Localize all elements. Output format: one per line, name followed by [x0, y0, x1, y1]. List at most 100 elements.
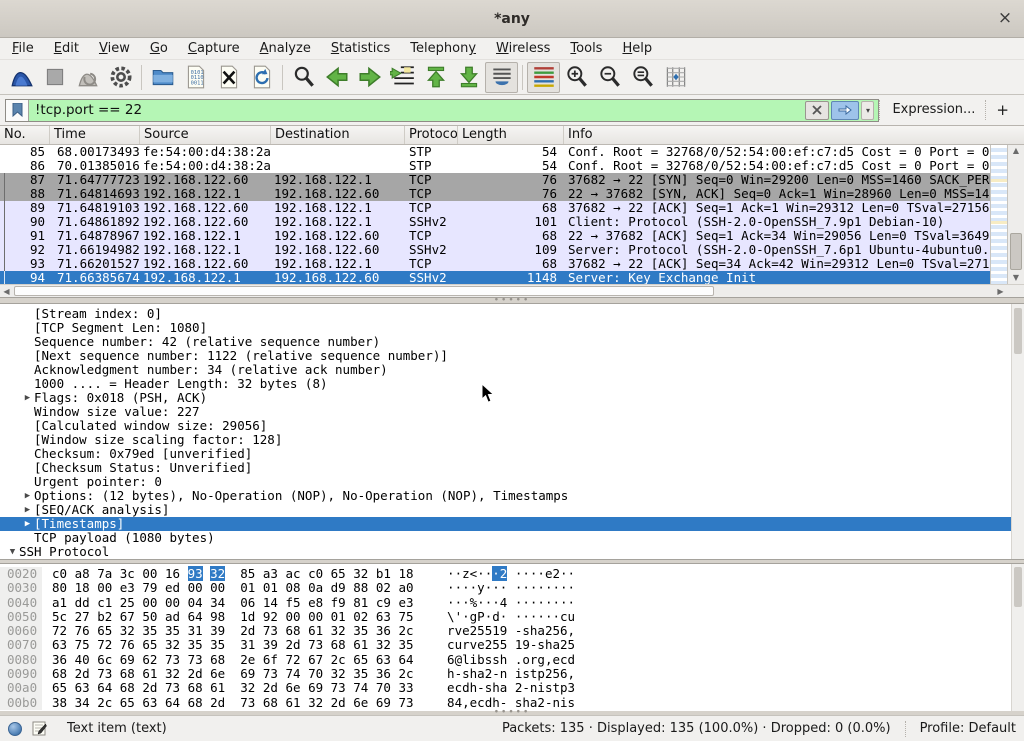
hex-byte[interactable]: 50 [142, 609, 157, 624]
detail-line[interactable]: ▶Flags: 0x018 (PSH, ACK) [0, 391, 1024, 405]
hex-byte[interactable]: 68 [331, 637, 346, 652]
column-header-time[interactable]: Time [50, 126, 140, 144]
hex-byte[interactable]: b1 [376, 566, 391, 581]
hex-byte[interactable]: 73 [165, 680, 180, 695]
hex-byte[interactable]: 61 [285, 695, 300, 710]
hex-byte[interactable]: 6e [285, 680, 300, 695]
hex-byte[interactable]: 76 [120, 637, 135, 652]
go-forward-button[interactable] [353, 62, 386, 93]
column-header-src[interactable]: Source [140, 126, 271, 144]
scroll-left-icon[interactable]: ◀ [0, 285, 13, 297]
stop-capture-button[interactable] [38, 62, 71, 93]
hex-byte[interactable]: a8 [75, 566, 90, 581]
hex-row-0040[interactable]: 0040a1 dd c1 25 00 00 04 34 06 14 f5 e8 … [0, 596, 1024, 610]
close-file-button[interactable] [212, 62, 245, 93]
menu-file[interactable]: File [2, 39, 44, 58]
hex-byte[interactable]: 73 [240, 695, 255, 710]
resize-columns-button[interactable] [659, 62, 692, 93]
hex-byte[interactable]: 68 [210, 652, 225, 667]
hex-byte[interactable]: 63 [376, 609, 391, 624]
scroll-right-icon[interactable]: ▶ [994, 285, 1007, 297]
hex-row-0030[interactable]: 003080 18 00 e3 79 ed 00 00 01 01 08 0a … [0, 581, 1024, 595]
hex-byte[interactable]: 33 [398, 680, 413, 695]
hex-byte[interactable]: 65 [353, 652, 368, 667]
hex-byte[interactable]: 64 [398, 652, 413, 667]
hex-byte[interactable]: 27 [75, 609, 90, 624]
packet-row-93[interactable]: 9371.662015274192.168.122.60192.168.122.… [0, 257, 990, 271]
hex-byte[interactable]: f9 [331, 595, 346, 610]
go-first-packet-button[interactable] [419, 62, 452, 93]
hex-byte[interactable]: 73 [331, 680, 346, 695]
hex-byte[interactable]: 75 [75, 637, 90, 652]
zoom-out-button[interactable] [593, 62, 626, 93]
hex-byte[interactable]: 65 [52, 680, 67, 695]
hex-byte[interactable]: ac [285, 566, 300, 581]
hex-byte[interactable]: f5 [285, 595, 300, 610]
hex-byte[interactable]: c1 [97, 595, 112, 610]
packet-row-92[interactable]: 9271.661949820192.168.122.1192.168.122.6… [0, 243, 990, 257]
find-packet-button[interactable] [287, 62, 320, 93]
hex-byte[interactable]: 2d [75, 666, 90, 681]
detail-line[interactable]: [Checksum Status: Unverified] [0, 461, 1024, 475]
hex-byte[interactable]: 35 [188, 637, 203, 652]
hex-byte[interactable]: 04 [188, 595, 203, 610]
hex-byte[interactable]: 64 [188, 609, 203, 624]
hex-byte[interactable]: 2d [331, 695, 346, 710]
hex-byte[interactable]: 32 [308, 695, 323, 710]
scroll-up-icon[interactable]: ▲ [1008, 145, 1024, 157]
hex-row-0090[interactable]: 009068 2d 73 68 61 32 2d 6e 69 73 74 70 … [0, 667, 1024, 681]
detail-line[interactable]: Acknowledgment number: 34 (relative ack … [0, 363, 1024, 377]
hex-byte[interactable]: 2d [240, 623, 255, 638]
intelligent-scrollbar-minimap[interactable] [990, 145, 1007, 284]
hex-byte[interactable]: 73 [398, 695, 413, 710]
hex-byte[interactable]: 32 [331, 623, 346, 638]
hex-byte[interactable]: 6e [353, 695, 368, 710]
hex-byte[interactable]: 00 [142, 595, 157, 610]
profile-selector[interactable]: Profile: Default [920, 721, 1016, 736]
hex-byte[interactable]: 32 [165, 666, 180, 681]
hex-byte[interactable]: 68 [285, 623, 300, 638]
hex-byte[interactable]: 61 [210, 680, 225, 695]
detail-line[interactable]: 1000 .... = Header Length: 32 bytes (8) [0, 377, 1024, 391]
hex-byte[interactable]: 88 [353, 580, 368, 595]
hex-byte[interactable]: 31 [188, 623, 203, 638]
hex-row-0020[interactable]: 0020c0 a8 7a 3c 00 16 93 32 85 a3 ac c0 … [0, 567, 1024, 581]
hex-byte[interactable]: 63 [376, 652, 391, 667]
hex-byte[interactable]: 73 [308, 637, 323, 652]
hex-byte[interactable]: 72 [52, 623, 67, 638]
hex-byte[interactable]: 1d [240, 609, 255, 624]
go-to-packet-button[interactable] [386, 62, 419, 93]
hex-byte[interactable]: 72 [97, 637, 112, 652]
detail-line[interactable]: Checksum: 0x79ed [unverified] [0, 447, 1024, 461]
hex-byte[interactable]: 85 [240, 566, 255, 581]
column-header-proto[interactable]: Protocol [405, 126, 458, 144]
go-last-packet-button[interactable] [452, 62, 485, 93]
hex-byte[interactable]: 34 [75, 695, 90, 710]
packet-row-89[interactable]: 8971.648191037192.168.122.60192.168.122.… [0, 201, 990, 215]
open-file-button[interactable] [146, 62, 179, 93]
hex-byte[interactable]: 32 [210, 566, 225, 581]
hex-byte[interactable]: 76 [75, 623, 90, 638]
scrollbar-thumb[interactable] [1010, 233, 1022, 270]
hex-byte[interactable]: c9 [376, 595, 391, 610]
expander-closed-icon[interactable]: ▶ [21, 391, 34, 405]
hex-byte[interactable]: 18 [398, 566, 413, 581]
hex-byte[interactable]: 63 [142, 695, 157, 710]
detail-line[interactable]: [Next sequence number: 1122 (relative se… [0, 349, 1024, 363]
hex-byte[interactable]: 35 [142, 623, 157, 638]
hex-byte[interactable]: 35 [353, 623, 368, 638]
hex-byte[interactable]: 01 [240, 580, 255, 595]
save-file-button[interactable]: 0101 0110 0011 [179, 62, 212, 93]
hex-byte[interactable]: 02 [376, 580, 391, 595]
hex-byte[interactable]: 93 [188, 566, 203, 581]
hex-byte[interactable]: 73 [263, 666, 278, 681]
packet-row-87[interactable]: 8771.647777234192.168.122.60192.168.122.… [0, 173, 990, 187]
hex-row-0070[interactable]: 007063 75 72 76 65 32 35 35 31 39 2d 73 … [0, 638, 1024, 652]
column-header-len[interactable]: Length [458, 126, 564, 144]
menu-wireless[interactable]: Wireless [486, 39, 560, 58]
hex-byte[interactable]: 06 [240, 595, 255, 610]
packet-row-88[interactable]: 8871.648146932192.168.122.1192.168.122.6… [0, 187, 990, 201]
hex-byte[interactable]: 79 [142, 580, 157, 595]
menu-statistics[interactable]: Statistics [321, 39, 400, 58]
hex-byte[interactable]: 67 [308, 652, 323, 667]
